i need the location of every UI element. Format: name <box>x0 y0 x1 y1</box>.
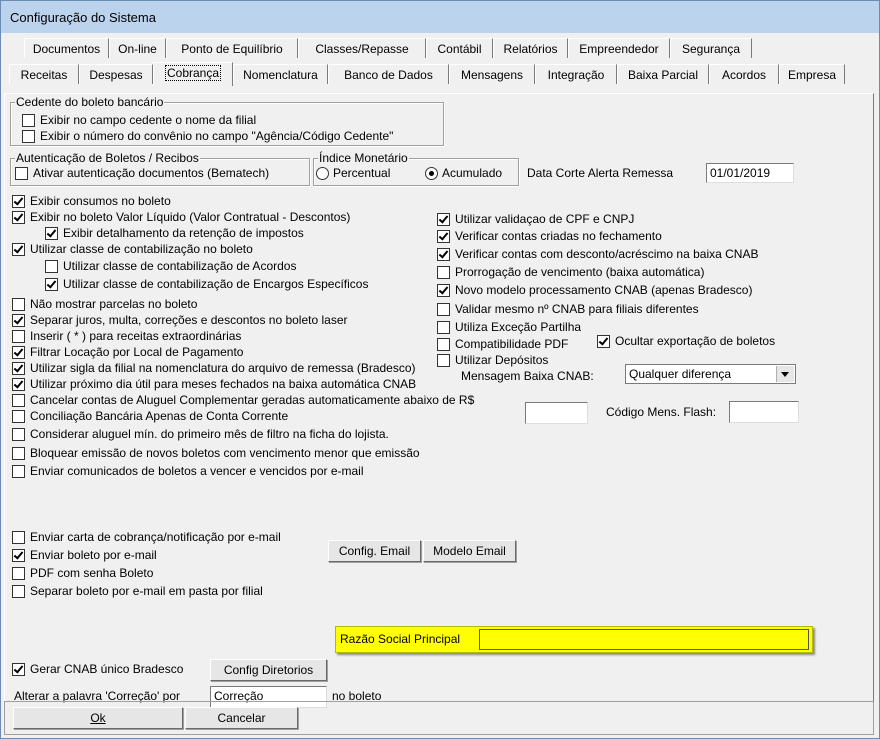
tab-banco-de-dados[interactable]: Banco de Dados <box>328 64 449 84</box>
razao-social-box: Razão Social Principal <box>335 626 813 653</box>
codigo-flash-input[interactable] <box>729 401 799 423</box>
razao-social-label: Razão Social Principal <box>340 632 461 646</box>
tab-contabil[interactable]: Contábil <box>426 38 493 58</box>
tab-cobranca[interactable]: Cobrança <box>153 62 233 86</box>
cedente-group: Cedente do boleto bancário Exibir no cam… <box>10 95 444 146</box>
mensagem-baixa-select[interactable]: Qualquer diferença <box>625 364 796 384</box>
chevron-down-icon[interactable] <box>776 366 794 382</box>
indice-monetario-group: Índice Monetário Percentual Acumulado <box>313 151 519 186</box>
tab-ponto-equilibrio[interactable]: Ponto de Equilíbrio <box>166 38 298 58</box>
autenticacao-group-label: Autenticação de Boletos / Recibos <box>15 151 200 165</box>
footer-bar: Ok Cancelar <box>4 701 874 735</box>
data-corte-input[interactable]: 01/01/2019 <box>706 163 794 183</box>
ok-button[interactable]: Ok <box>13 707 183 729</box>
cancel-button[interactable]: Cancelar <box>185 707 298 729</box>
tab-classes-repasse[interactable]: Classes/Repasse <box>298 38 426 58</box>
title-bar: Configuração do Sistema <box>1 1 879 33</box>
indice-monetario-group-label: Índice Monetário <box>318 151 409 165</box>
tab-online[interactable]: On-line <box>109 38 166 58</box>
cedente-group-label: Cedente do boleto bancário <box>15 95 165 109</box>
mensagem-baixa-label: Mensagem Baixa CNAB: <box>461 369 594 383</box>
tab-seguranca[interactable]: Segurança <box>670 38 752 58</box>
codigo-flash-label: Código Mens. Flash: <box>606 405 717 419</box>
data-corte-label: Data Corte Alerta Remessa <box>527 166 674 180</box>
tab-baixa-parcial[interactable]: Baixa Parcial <box>617 64 709 84</box>
valor-aluguel-complementar-input[interactable] <box>525 402 588 424</box>
tab-empreendedor[interactable]: Empreendedor <box>568 38 670 58</box>
tab-despesas[interactable]: Despesas <box>79 64 153 84</box>
modelo-email-button[interactable]: Modelo Email <box>423 540 516 562</box>
autenticacao-group: Autenticação de Boletos / Recibos Ativar… <box>10 151 310 186</box>
tab-receitas[interactable]: Receitas <box>9 64 79 84</box>
tab-mensagens[interactable]: Mensagens <box>449 64 535 84</box>
config-email-button[interactable]: Config. Email <box>328 540 421 562</box>
window-title: Configuração do Sistema <box>10 10 156 25</box>
config-diretorios-button[interactable]: Config Diretorios <box>210 659 327 681</box>
tab-documentos[interactable]: Documentos <box>24 38 109 58</box>
config-window: Configuração do Sistema Documentos On-li… <box>0 0 880 739</box>
client-area: Documentos On-line Ponto de Equilíbrio C… <box>1 33 879 738</box>
tab-nomenclatura[interactable]: Nomenclatura <box>233 64 328 84</box>
razao-social-input[interactable] <box>479 629 809 650</box>
tab-empresa[interactable]: Empresa <box>779 64 845 84</box>
tab-integracao[interactable]: Integração <box>535 64 617 84</box>
tab-acordos[interactable]: Acordos <box>709 64 779 84</box>
cobranca-panel: Cedente do boleto bancário Exibir no cam… <box>4 93 874 708</box>
tab-relatorios[interactable]: Relatórios <box>493 38 568 58</box>
